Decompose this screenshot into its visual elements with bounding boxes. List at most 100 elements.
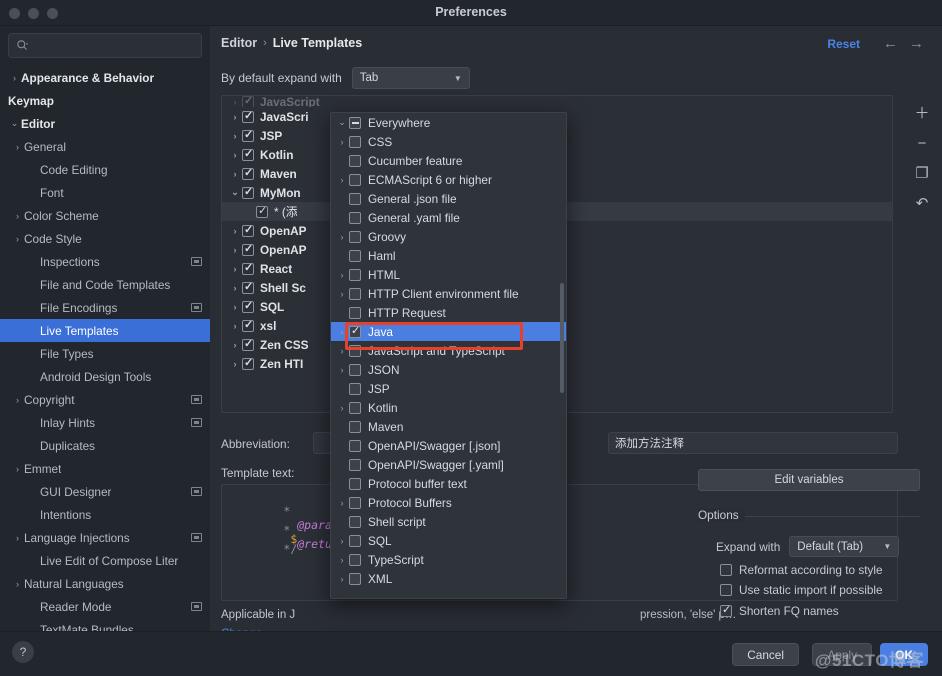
context-checkbox[interactable] [349,401,361,414]
sidebar-item-duplicates[interactable]: Duplicates [0,434,210,457]
context-list-item[interactable]: OpenAPI/Swagger [.json] [331,436,566,455]
sidebar-item-file-encodings[interactable]: File Encodings [0,296,210,319]
description-input[interactable] [608,432,898,454]
context-checkbox[interactable] [349,439,361,452]
sidebar-item-live-edit-of-compose-liter[interactable]: Live Edit of Compose Liter [0,549,210,572]
chevron-right-icon[interactable]: › [335,555,349,565]
chevron-right-icon[interactable]: › [11,533,24,543]
back-arrow-icon[interactable]: ← [883,35,898,52]
context-list-item[interactable]: › SQL [331,531,566,550]
chevron-right-icon[interactable]: › [11,395,24,405]
group-checkbox[interactable] [242,185,254,199]
chevron-right-icon[interactable]: › [335,232,349,242]
checkbox[interactable] [720,603,732,617]
context-checkbox[interactable] [349,287,361,300]
undo-icon[interactable]: ↶ [916,196,929,211]
chevron-down-icon[interactable]: ⌄ [335,117,349,128]
context-checkbox[interactable] [349,420,361,433]
chevron-right-icon[interactable]: › [335,346,349,356]
context-list-item[interactable]: › Protocol Buffers [331,493,566,512]
group-checkbox[interactable] [242,147,254,161]
context-checkbox[interactable] [349,324,361,338]
context-list-item[interactable]: Maven [331,417,566,436]
group-checkbox[interactable] [242,128,254,142]
chevron-right-icon[interactable]: › [228,264,242,274]
checkbox[interactable] [720,564,732,576]
sidebar-item-editor[interactable]: ⌄ Editor [0,112,210,135]
chevron-right-icon[interactable]: › [11,579,24,589]
chevron-right-icon[interactable]: › [11,211,24,221]
group-checkbox[interactable] [242,280,254,294]
breadcrumb-root[interactable]: Editor [221,36,257,50]
context-checkbox[interactable] [349,534,361,547]
minus-icon[interactable]: − [918,136,927,151]
option-use-static-import[interactable]: Use static import if possible [720,583,883,597]
context-list-item[interactable]: › Java [331,322,566,341]
sidebar-item-appearance-behavior[interactable]: › Appearance & Behavior [0,66,210,89]
chevron-right-icon[interactable]: › [335,365,349,375]
context-checkbox[interactable] [349,154,361,167]
context-checkbox[interactable] [349,306,361,319]
sidebar-item-intentions[interactable]: Intentions [0,503,210,526]
chevron-right-icon[interactable]: › [335,403,349,413]
context-checkbox[interactable] [349,192,361,205]
sidebar-item-inspections[interactable]: Inspections [0,250,210,273]
expand-with-select[interactable]: Default (Tab) ▼ [789,536,900,557]
chevron-right-icon[interactable]: › [335,289,349,299]
chevron-right-icon[interactable]: › [228,340,242,350]
context-list-item[interactable]: JSP [331,379,566,398]
sidebar-item-code-editing[interactable]: Code Editing [0,158,210,181]
reset-link[interactable]: Reset [827,37,860,51]
chevron-right-icon[interactable]: › [11,464,24,474]
group-checkbox[interactable] [242,109,254,123]
option-shorten-fq-names[interactable]: Shorten FQ names [720,603,839,618]
cancel-button[interactable]: Cancel [732,643,799,666]
sidebar-item-emmet[interactable]: › Emmet [0,457,210,480]
sidebar-item-code-style[interactable]: › Code Style [0,227,210,250]
chevron-right-icon[interactable]: › [335,498,349,508]
group-checkbox[interactable] [242,299,254,313]
context-list-item[interactable]: Haml [331,246,566,265]
checkbox[interactable] [720,584,732,596]
chevron-right-icon[interactable]: › [228,169,242,179]
context-list-item[interactable]: Protocol buffer text [331,474,566,493]
context-checkbox[interactable] [349,344,361,357]
apply-button[interactable]: Apply [812,643,872,666]
context-checkbox[interactable] [349,553,361,566]
chevron-right-icon[interactable]: › [335,137,349,147]
context-list-item[interactable]: Shell script [331,512,566,531]
context-checkbox[interactable] [349,515,361,528]
group-checkbox[interactable] [242,356,254,370]
context-list-item[interactable]: › Groovy [331,227,566,246]
context-checkbox[interactable] [349,211,361,224]
chevron-down-icon[interactable]: ⌄ [228,187,242,198]
ok-button[interactable]: OK [880,643,928,666]
chevron-right-icon[interactable]: › [228,321,242,331]
chevron-right-icon[interactable]: › [335,327,349,337]
sidebar-item-reader-mode[interactable]: Reader Mode [0,595,210,618]
chevron-right-icon[interactable]: › [228,245,242,255]
context-list-item[interactable]: › JavaScript and TypeScript [331,341,566,360]
context-checkbox[interactable] [349,173,361,186]
context-list-item[interactable]: › ECMAScript 6 or higher [331,170,566,189]
sidebar-item-language-injections[interactable]: › Language Injections [0,526,210,549]
context-list-item[interactable]: › HTTP Client environment file [331,284,566,303]
context-list-item[interactable]: General .json file [331,189,566,208]
context-checkbox[interactable] [349,496,361,509]
chevron-right-icon[interactable]: › [335,574,349,584]
context-list-item[interactable]: › XML [331,569,566,588]
context-checkbox[interactable] [349,268,361,281]
context-list-item[interactable]: General .yaml file [331,208,566,227]
context-list-item[interactable]: › CSS [331,132,566,151]
chevron-right-icon[interactable]: › [335,270,349,280]
context-checkbox[interactable] [349,477,361,490]
search-box[interactable] [8,33,202,58]
sidebar-item-live-templates[interactable]: Live Templates [0,319,210,342]
default-expand-select[interactable]: Tab ▼ [351,67,470,89]
context-checkbox[interactable] [349,363,361,376]
chevron-right-icon[interactable]: › [228,97,242,107]
chevron-right-icon[interactable]: › [335,536,349,546]
chevron-right-icon[interactable]: › [228,131,242,141]
plus-icon[interactable]: ＋ [914,106,929,121]
edit-variables-button[interactable]: Edit variables [698,469,920,491]
